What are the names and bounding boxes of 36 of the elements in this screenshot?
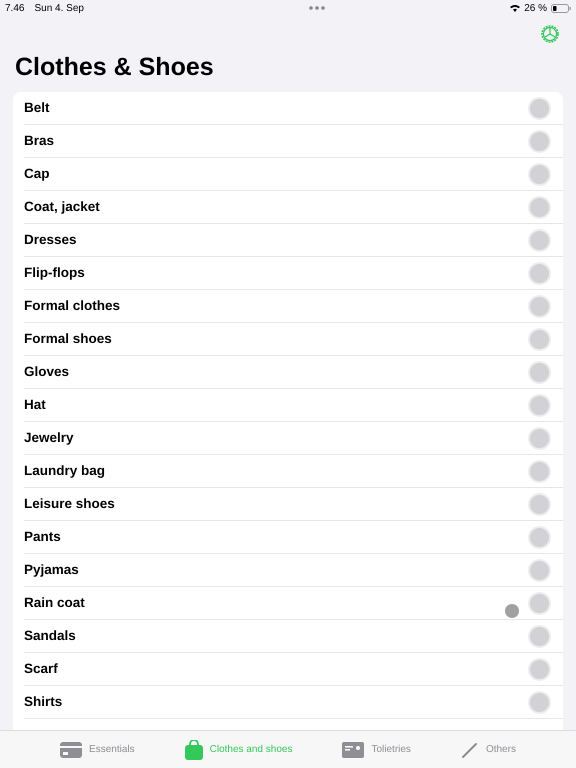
tab[interactable]: Others [460, 740, 516, 758]
status-time: 7.46 [5, 2, 24, 16]
item-label: Laundry bag [24, 462, 106, 480]
item-label: Pyjamas [24, 560, 79, 579]
battery-percent: 26 % [524, 2, 547, 16]
settings-button[interactable] [540, 24, 560, 44]
pencil-icon [460, 740, 479, 758]
more-icon [309, 6, 326, 10]
status-date: Sun 4. Sep [34, 2, 84, 16]
item-label: Flip-flops [24, 264, 85, 282]
item-label: Rain coat [24, 594, 85, 612]
item-label: Belt [24, 98, 50, 117]
item-label: Pants [24, 528, 61, 546]
item-label: Coat, jacket [24, 198, 100, 216]
tab[interactable]: Essentials [60, 742, 135, 758]
item-label: Sandals [24, 626, 76, 645]
bag-icon [184, 740, 203, 760]
item-label: Dresses [24, 230, 77, 249]
page-title: Clothes & Shoes [14, 52, 215, 83]
card-icon [60, 742, 82, 758]
id-card-icon [342, 742, 364, 758]
item-label: Gloves [24, 362, 70, 381]
item-label: Jewelry [24, 428, 74, 447]
item-label: Leisure shoes [24, 494, 115, 513]
battery-icon [551, 4, 571, 12]
item-label: Formal shoes [24, 330, 112, 348]
tab[interactable]: Clothes and shoes [184, 740, 292, 760]
settings-icon [540, 24, 560, 44]
tab[interactable]: Tolietries [342, 742, 411, 758]
item-label: Shirts [24, 692, 62, 711]
item-label: Cap [24, 164, 50, 183]
item-label: Bras [24, 132, 54, 150]
item-label: Formal clothes [24, 296, 120, 315]
item-label: Hat [24, 396, 46, 414]
wifi-icon [510, 4, 520, 12]
item-label: Scarf [24, 660, 58, 678]
